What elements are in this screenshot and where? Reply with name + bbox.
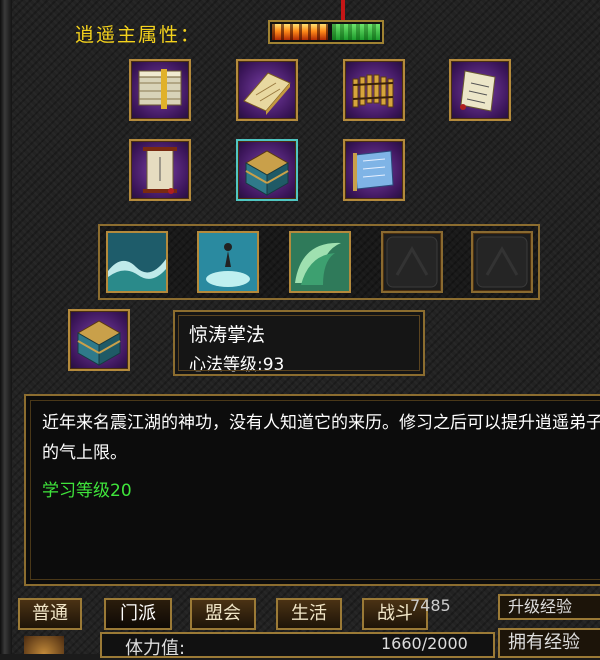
tab-alliance[interactable]: 盟会 <box>190 598 256 630</box>
description-text: 近年来名震江湖的神功，没有人知道它的来历。修习之后可以提升逍遥弟子的气上限。 <box>42 413 600 463</box>
upgrade-exp-label: 升级经验 <box>498 594 600 620</box>
tab-life[interactable]: 生活 <box>276 598 342 630</box>
wave-skill-icon[interactable] <box>106 231 168 293</box>
skill-name: 惊涛掌法 <box>189 324 266 346</box>
red-marker <box>341 0 345 20</box>
blue-scroll-icon[interactable] <box>343 139 405 201</box>
bamboo-scroll-icon[interactable] <box>343 59 405 121</box>
scroll-book-icon[interactable] <box>236 59 298 121</box>
main-attribute-bar <box>268 20 384 44</box>
exp-value: 7485 <box>410 596 451 615</box>
hanging-scroll-icon[interactable] <box>129 139 191 201</box>
tidal-wave-skill-icon[interactable] <box>289 231 351 293</box>
empty-skill-slot-icon[interactable] <box>381 231 443 293</box>
vitality-value: 1660/2000 <box>381 634 468 653</box>
skill-level: 心法等级:93 <box>189 355 285 375</box>
book-bundle-icon[interactable] <box>129 59 191 121</box>
vitality-label: 体力值: <box>125 638 186 659</box>
selected-book-icon <box>68 309 130 371</box>
fire-element-icon <box>272 24 328 40</box>
treasure-chest-book-icon[interactable] <box>236 139 298 201</box>
avatar <box>24 636 64 654</box>
wood-element-icon <box>332 24 380 40</box>
panel-left-border <box>0 0 12 654</box>
tab-general[interactable]: 普通 <box>18 598 82 630</box>
main-attribute-label: 逍遥主属性： <box>75 24 202 46</box>
empty-skill-slot-icon[interactable] <box>471 231 533 293</box>
water-figure-skill-icon[interactable] <box>197 231 259 293</box>
tab-sect[interactable]: 门派 <box>104 598 172 630</box>
paper-scroll-icon[interactable] <box>449 59 511 121</box>
description-box: 近年来名震江湖的神功，没有人知道它的来历。修习之后可以提升逍遥弟子的气上限。 学… <box>24 394 600 586</box>
skill-info-box: 惊涛掌法 心法等级:93 <box>173 310 425 376</box>
learn-level-requirement: 学习等级20 <box>42 481 132 501</box>
